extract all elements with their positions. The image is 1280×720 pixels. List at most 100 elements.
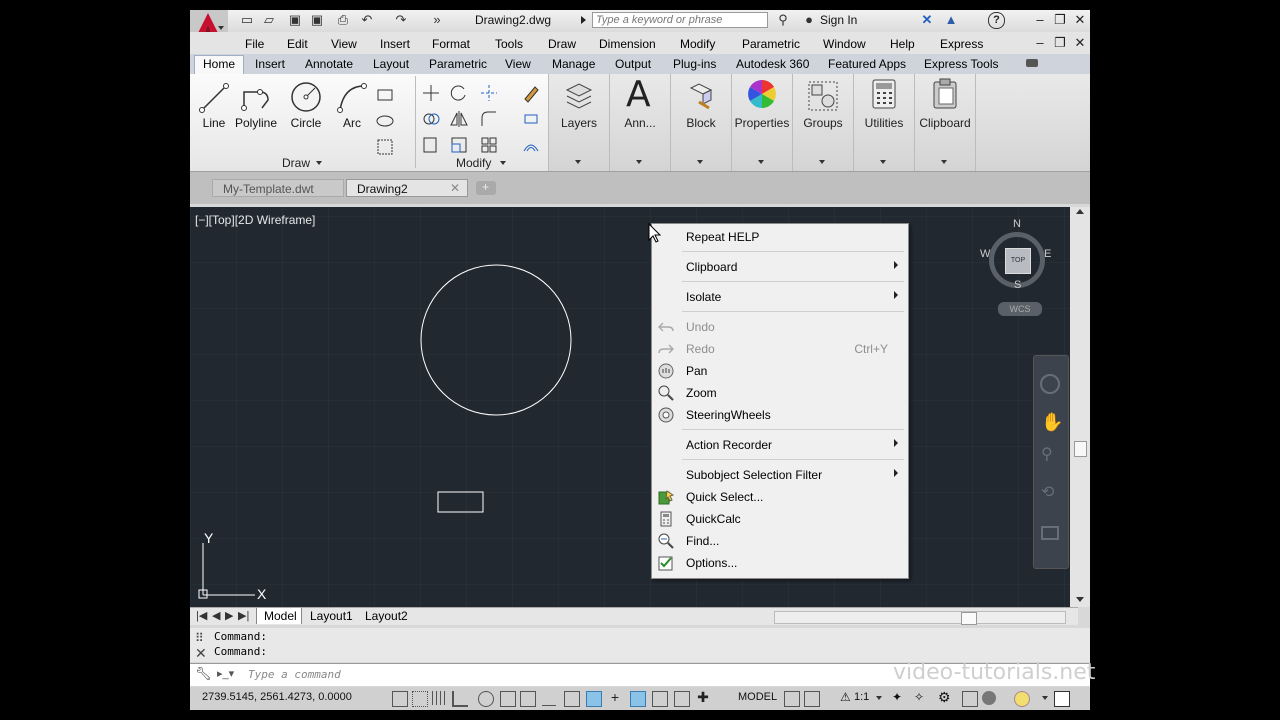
- move-tool[interactable]: [420, 82, 442, 104]
- title-arrow-icon[interactable]: [581, 16, 586, 24]
- prev-layout-icon[interactable]: ◀: [212, 609, 220, 622]
- annotation-monitor-icon[interactable]: ✚: [696, 690, 710, 705]
- properties-panel[interactable]: Properties: [731, 74, 792, 171]
- dynamic-input-icon[interactable]: [586, 691, 602, 707]
- menu-express[interactable]: Express: [940, 37, 983, 51]
- menu-item-pan[interactable]: Pan: [652, 360, 908, 382]
- menu-item-quick-select[interactable]: Quick Select...: [652, 486, 908, 508]
- grid-display-icon[interactable]: [432, 691, 446, 705]
- close-tab-icon[interactable]: ✕: [450, 181, 460, 195]
- viewcube-top-face[interactable]: TOP: [1005, 248, 1031, 274]
- object-snap-icon[interactable]: [500, 691, 516, 707]
- infer-constraints-icon[interactable]: [392, 691, 408, 707]
- save-as-icon[interactable]: ▣: [310, 13, 324, 27]
- drawing-canvas[interactable]: Y X [−][Top][2D Wireframe] TOP N S E W W…: [190, 207, 1078, 607]
- menu-help[interactable]: Help: [890, 37, 915, 51]
- binoculars-icon[interactable]: ⚲: [776, 13, 790, 27]
- layers-panel[interactable]: Layers: [548, 74, 609, 171]
- selection-cycling-icon[interactable]: [674, 691, 690, 707]
- menu-parametric[interactable]: Parametric: [742, 37, 800, 51]
- quick-view-layouts-icon[interactable]: [784, 691, 800, 707]
- doc-minimize-button[interactable]: –: [1032, 35, 1048, 51]
- last-layout-icon[interactable]: ▶|: [238, 609, 249, 622]
- rectangle-tool[interactable]: [374, 84, 396, 106]
- scroll-up-icon[interactable]: [1076, 209, 1084, 214]
- more-tools-icon[interactable]: »: [430, 13, 444, 27]
- tab-output[interactable]: Output: [615, 57, 651, 71]
- lineweight-icon[interactable]: +: [608, 690, 622, 705]
- vertical-scrollbar[interactable]: [1070, 207, 1090, 607]
- array-tool[interactable]: [478, 134, 500, 156]
- draw-expand-icon[interactable]: [316, 161, 322, 165]
- help-icon[interactable]: ?: [988, 12, 1005, 29]
- menu-item-action-recorder[interactable]: Action Recorder: [652, 434, 908, 456]
- annotation-visibility-icon[interactable]: ✦: [892, 690, 902, 704]
- auto-scale-icon[interactable]: ✧: [914, 690, 924, 704]
- tab-manage[interactable]: Manage: [552, 57, 595, 71]
- steeringwheel-icon[interactable]: [1040, 374, 1060, 394]
- menu-insert[interactable]: Insert: [380, 37, 410, 51]
- trim-tool[interactable]: [478, 82, 500, 104]
- viewport-controls[interactable]: [−][Top][2D Wireframe]: [195, 213, 315, 227]
- tab-plug-ins[interactable]: Plug-ins: [673, 57, 716, 71]
- annotation-panel[interactable]: A Ann...: [609, 74, 670, 171]
- tab-view[interactable]: View: [505, 57, 531, 71]
- file-tab-drawing2[interactable]: Drawing2 ✕: [346, 179, 468, 197]
- command-prompt-icon[interactable]: ▸_▾: [217, 667, 234, 680]
- menu-modify[interactable]: Modify: [680, 37, 715, 51]
- customize-wrench-icon[interactable]: 🔧︎: [195, 666, 212, 682]
- print-icon[interactable]: ⎙: [336, 13, 350, 27]
- menu-format[interactable]: Format: [432, 37, 470, 51]
- mirror-tool[interactable]: [448, 108, 470, 130]
- draw-panel-title[interactable]: Draw: [282, 156, 310, 170]
- exchange-apps-icon[interactable]: ✕: [920, 13, 934, 27]
- annotation-scale[interactable]: 1:1: [854, 691, 869, 703]
- copy-tool[interactable]: [420, 108, 442, 130]
- redo-icon[interactable]: ↷: [394, 13, 408, 27]
- hatch-tool[interactable]: [374, 136, 396, 158]
- tab-annotate[interactable]: Annotate: [305, 57, 353, 71]
- explode-tool[interactable]: [520, 108, 542, 130]
- vertical-scroll-thumb[interactable]: [1074, 441, 1087, 457]
- layout-tab-layout2[interactable]: Layout2: [365, 609, 408, 623]
- menu-dimension[interactable]: Dimension: [599, 37, 656, 51]
- tab-insert[interactable]: Insert: [255, 57, 285, 71]
- wcs-menu[interactable]: WCS: [998, 302, 1042, 316]
- annotation-scale-icon[interactable]: ⚠︎: [840, 690, 851, 704]
- horizontal-scroll-thumb[interactable]: [961, 612, 977, 625]
- menu-item-options[interactable]: Options...: [652, 552, 908, 574]
- block-panel[interactable]: Block: [670, 74, 731, 171]
- ortho-mode-icon[interactable]: [452, 691, 468, 707]
- next-layout-icon[interactable]: ▶: [225, 609, 233, 622]
- menu-file[interactable]: File: [245, 37, 264, 51]
- scale-tool[interactable]: [448, 134, 470, 156]
- doc-close-button[interactable]: ✕: [1072, 35, 1088, 51]
- 3d-object-snap-icon[interactable]: [520, 691, 536, 707]
- modify-expand-icon[interactable]: [500, 161, 506, 165]
- undo-icon[interactable]: ↶: [360, 13, 374, 27]
- menu-window[interactable]: Window: [823, 37, 866, 51]
- groups-panel[interactable]: Groups: [792, 74, 853, 171]
- clean-screen-icon[interactable]: [1054, 691, 1070, 707]
- snap-mode-icon[interactable]: [412, 691, 428, 707]
- menu-item-isolate[interactable]: Isolate: [652, 286, 908, 308]
- search-input[interactable]: Type a keyword or phrase: [592, 12, 768, 28]
- menu-item-clipboard[interactable]: Clipboard: [652, 256, 908, 278]
- menu-item-subobject-filter[interactable]: Subobject Selection Filter: [652, 464, 908, 486]
- quick-properties-icon[interactable]: [652, 691, 668, 707]
- menu-view[interactable]: View: [331, 37, 357, 51]
- close-button[interactable]: ✕: [1072, 12, 1088, 28]
- tab-layout[interactable]: Layout: [373, 57, 409, 71]
- horizontal-scrollbar[interactable]: [774, 611, 1066, 625]
- menu-item-quickcalc[interactable]: QuickCalc: [652, 508, 908, 530]
- tab-home[interactable]: Home: [203, 57, 235, 71]
- new-file-icon[interactable]: ▭: [240, 13, 254, 27]
- stretch-tool[interactable]: [420, 134, 442, 156]
- clipboard-panel[interactable]: Clipboard: [914, 74, 975, 171]
- utilities-panel[interactable]: Utilities: [853, 74, 914, 171]
- menu-draw[interactable]: Draw: [548, 37, 576, 51]
- tab-express-tools[interactable]: Express Tools: [924, 57, 998, 71]
- dynamic-ucs-icon[interactable]: [564, 691, 580, 707]
- layout-tab-layout1[interactable]: Layout1: [310, 609, 353, 623]
- rotate-tool[interactable]: [448, 82, 470, 104]
